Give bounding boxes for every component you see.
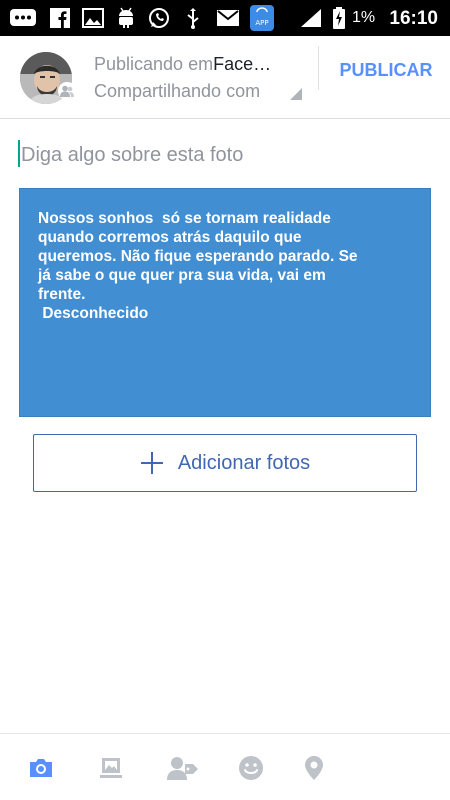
publishing-target: Face… xyxy=(213,54,272,74)
attached-photo[interactable]: Nossos sonhos só se tornam realidade qua… xyxy=(19,188,431,417)
divider xyxy=(318,46,319,90)
dropdown-corner-icon xyxy=(290,88,302,100)
publish-button[interactable]: PUBLICAR xyxy=(332,60,440,81)
battery-percent: 1% xyxy=(352,9,376,26)
photo-caption-input[interactable] xyxy=(21,140,431,170)
audience-selector[interactable]: Compartilhando com xyxy=(94,81,260,102)
publishing-destination[interactable]: Publicando emFace… xyxy=(94,54,271,75)
composer-action-bar xyxy=(0,733,450,800)
android-icon xyxy=(115,7,137,29)
text-cursor xyxy=(18,140,20,167)
whatsapp-icon xyxy=(148,7,170,29)
tag-people-icon[interactable] xyxy=(167,754,199,782)
plus-icon xyxy=(140,452,163,474)
gallery-icon xyxy=(82,7,104,29)
composer-header: Publicando emFace… Compartilhando com PU… xyxy=(0,36,450,119)
clock: 16:10 xyxy=(389,8,438,29)
facebook-icon xyxy=(50,7,70,29)
svg-text:APP: APP xyxy=(255,19,268,27)
status-bar: APP 1% 16:10 xyxy=(0,0,450,36)
chat-icon xyxy=(8,7,38,29)
app-store-icon: APP xyxy=(250,5,274,31)
feeling-icon[interactable] xyxy=(237,754,265,782)
publishing-prefix: Publicando em xyxy=(94,54,214,74)
battery-charging-icon xyxy=(333,7,345,29)
photo-quote-text: Nossos sonhos só se tornam realidade qua… xyxy=(38,210,358,322)
album-icon[interactable] xyxy=(97,754,125,782)
add-photos-label: Adicionar fotos xyxy=(177,451,311,474)
add-photos-button[interactable]: Adicionar fotos xyxy=(33,434,417,492)
location-icon[interactable] xyxy=(300,754,328,782)
gmail-icon xyxy=(216,7,240,29)
usb-icon xyxy=(185,7,201,29)
signal-icon xyxy=(300,7,322,29)
friends-icon xyxy=(58,82,76,100)
camera-icon[interactable] xyxy=(27,754,55,782)
